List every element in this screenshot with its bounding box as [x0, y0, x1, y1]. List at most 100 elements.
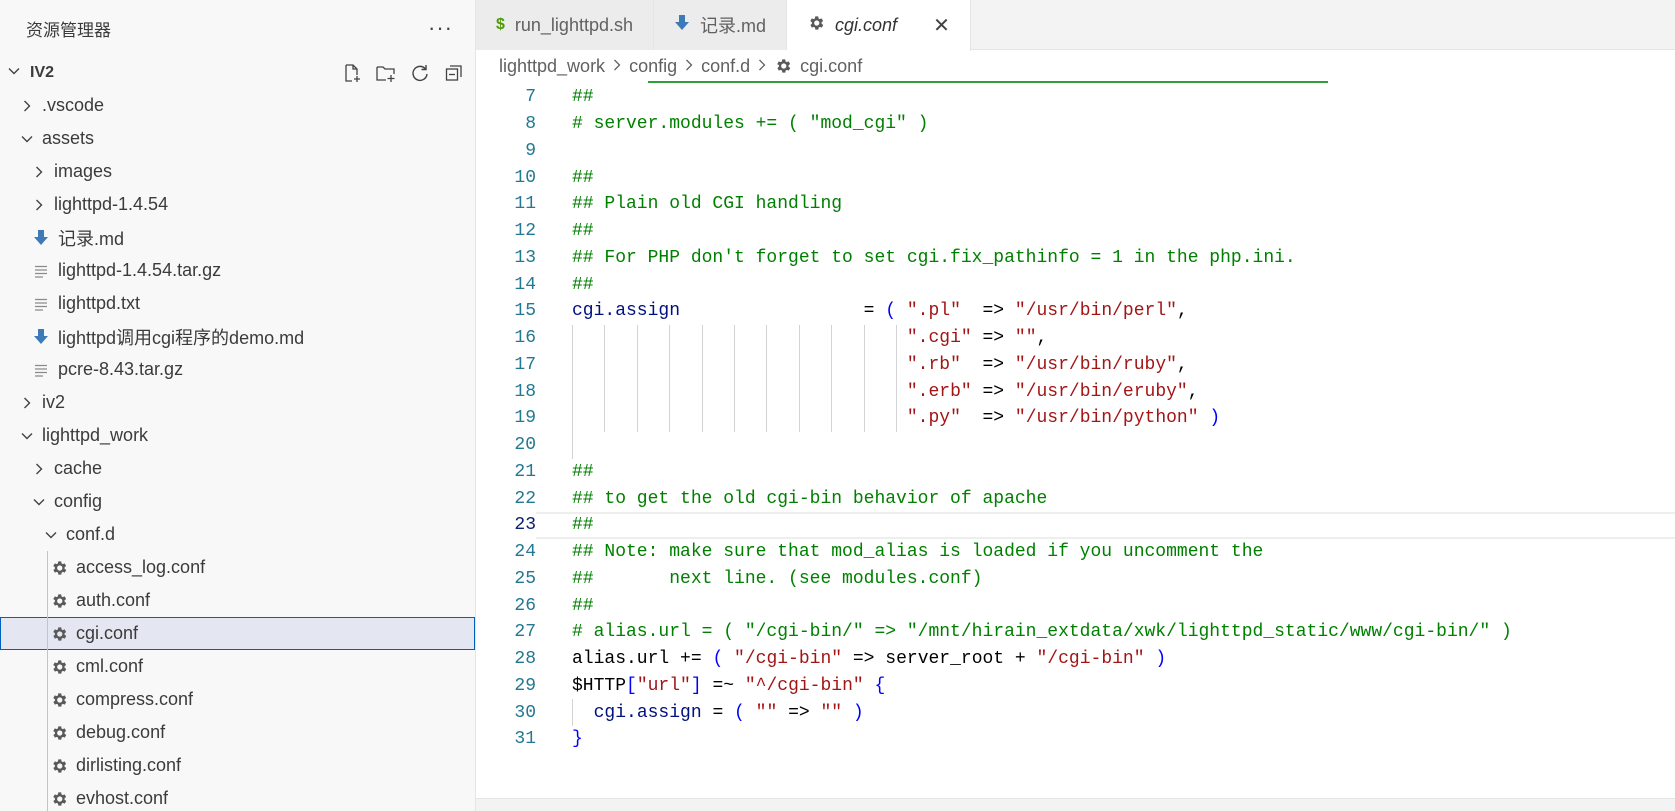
indent-guide — [572, 351, 573, 379]
gear-icon — [50, 757, 68, 775]
indent-guide — [831, 405, 833, 432]
tree-folder-images[interactable]: images — [0, 155, 475, 188]
collapse-all-icon[interactable] — [443, 62, 465, 84]
close-icon[interactable]: ✕ — [933, 13, 950, 38]
tree-file-lighttpd-cgi-demo-md[interactable]: lighttpd调用cgi程序的demo.md — [0, 320, 475, 353]
tab-label: 记录.md — [700, 16, 767, 36]
tree-item-label: conf.d — [66, 524, 116, 544]
indent-guide — [669, 351, 671, 379]
gear-icon — [50, 559, 68, 577]
code-line: 25 ## next line. (see modules.conf) — [476, 566, 1675, 593]
workspace-root[interactable]: IV2 — [0, 56, 475, 89]
tree-file-debug-conf[interactable]: debug.conf — [0, 716, 475, 749]
tree-folder-config[interactable]: config — [0, 485, 475, 518]
explorer-title: 资源管理器 — [26, 20, 111, 40]
tree-file-pcre-8-43-tar-gz[interactable]: pcre-8.43.tar.gz — [0, 353, 475, 386]
breadcrumb-item[interactable]: conf.d — [701, 56, 750, 77]
code-token: => — [960, 301, 1015, 322]
more-actions-icon[interactable]: ··· — [428, 17, 453, 39]
chevron-right-icon — [32, 165, 46, 179]
code-line: 7 ## — [476, 84, 1675, 111]
tree-file-auth-conf[interactable]: auth.conf — [0, 584, 475, 617]
code-token: => — [960, 408, 1015, 429]
indent-guide — [47, 749, 48, 782]
tree-folder-conf-d[interactable]: conf.d — [0, 518, 475, 551]
code-line: 29 $HTTP["url"] =~ "^/cgi-bin" { — [476, 673, 1675, 700]
tree-folder-lighttpd-1-4-54[interactable]: lighttpd-1.4.54 — [0, 188, 475, 221]
tree-folder-vscode[interactable]: .vscode — [0, 89, 475, 122]
explorer-sidebar: 资源管理器 ··· IV2 .vscode assets images lighttp… — [0, 0, 476, 811]
code-token: cgi.assign — [593, 702, 702, 723]
code-line: 27 # alias.url = ( "/cgi-bin/" => "/mnt/h… — [476, 619, 1675, 646]
gear-icon — [807, 14, 825, 37]
indent-guide — [831, 378, 833, 405]
indent-guide — [798, 405, 800, 432]
tree-file-evhost-conf[interactable]: evhost.conf — [0, 782, 475, 811]
tree-file-lighttpd-1-4-54-tar-gz[interactable]: lighttpd-1.4.54.tar.gz — [0, 254, 475, 287]
code-token: ## — [572, 87, 594, 108]
chevron-right-icon — [20, 99, 34, 113]
tree-item-label: lighttpd调用cgi程序的demo.md — [58, 327, 305, 348]
gear-icon — [50, 625, 68, 643]
code-token: ## — [572, 221, 594, 242]
code-token: ## For PHP don't forget to set cgi.fix_p… — [572, 247, 1296, 268]
code-editor[interactable]: 7 ## 8 # server.modules += ( "mod_cgi" ) 9 10… — [476, 84, 1675, 798]
indent-guide — [701, 351, 703, 379]
text-file-icon — [32, 363, 50, 377]
chevron-right-icon — [757, 56, 767, 77]
tab-run-lighttpd-sh[interactable]: $ run_lighttpd.sh — [476, 0, 654, 50]
tree-item-label: lighttpd-1.4.54 — [54, 194, 169, 214]
tree-file-access-log-conf[interactable]: access_log.conf — [0, 551, 475, 584]
line-number: 9 — [525, 140, 536, 161]
line-number: 7 — [525, 87, 536, 108]
tree-folder-cache[interactable]: cache — [0, 452, 475, 485]
horizontal-scrollbar[interactable] — [476, 798, 1675, 811]
line-number: 13 — [514, 247, 536, 268]
breadcrumb-item[interactable]: cgi.conf — [800, 56, 862, 77]
tree-item-label: dirlisting.conf — [76, 755, 182, 775]
tree-folder-lighttpd-work[interactable]: lighttpd_work — [0, 419, 475, 452]
line-number: 10 — [514, 167, 536, 188]
tree-file-cgi-conf[interactable]: cgi.conf — [0, 617, 475, 650]
new-folder-icon[interactable] — [375, 62, 397, 84]
line-number: 11 — [514, 194, 536, 215]
code-token: # alias.url = ( "/cgi-bin/" => "/mnt/hir… — [572, 622, 1512, 643]
current-line-highlight — [536, 512, 1675, 539]
indent-guide — [604, 405, 606, 432]
tree-item-label: 记录.md — [58, 228, 125, 249]
tab-cgi-conf[interactable]: cgi.conf ✕ — [787, 0, 971, 51]
tree-item-label: cml.conf — [76, 656, 144, 676]
tree-folder-iv2[interactable]: iv2 — [0, 386, 475, 419]
code-line: 13 ## For PHP don't forget to set cgi.fix… — [476, 245, 1675, 272]
tree-file-compress-conf[interactable]: compress.conf — [0, 683, 475, 716]
refresh-icon[interactable] — [409, 62, 431, 84]
markdown-icon — [32, 229, 50, 247]
tree-file-md[interactable]: 记录.md — [0, 221, 475, 254]
tree-file-cml-conf[interactable]: cml.conf — [0, 650, 475, 683]
indent-guide — [572, 324, 573, 352]
tree-file-lighttpd-txt[interactable]: lighttpd.txt — [0, 287, 475, 320]
chevron-right-icon — [32, 198, 46, 212]
line-number: 25 — [514, 568, 536, 589]
tree-file-dirlisting-conf[interactable]: dirlisting.conf — [0, 749, 475, 782]
tree-item-label: debug.conf — [76, 722, 166, 742]
line-number: 30 — [514, 702, 536, 723]
tab-md[interactable]: 记录.md — [654, 0, 788, 50]
breadcrumb-item[interactable]: lighttpd_work — [499, 56, 605, 77]
line-number: 21 — [514, 461, 536, 482]
tree-folder-assets[interactable]: assets — [0, 122, 475, 155]
indent-guide — [863, 378, 865, 405]
code-token: ] — [690, 675, 702, 696]
indent-guide — [766, 378, 768, 405]
code-text: ".rb" => "/usr/bin/ruby", — [572, 355, 1188, 375]
breadcrumb-item[interactable]: config — [629, 56, 677, 77]
code-token: ) — [1155, 649, 1167, 670]
tree-item-label: lighttpd-1.4.54.tar.gz — [58, 260, 222, 280]
indent-guide — [636, 378, 638, 405]
new-file-icon[interactable] — [341, 62, 363, 84]
code-token: "/usr/bin/eruby" — [1014, 381, 1188, 402]
code-text: ## — [572, 87, 594, 107]
